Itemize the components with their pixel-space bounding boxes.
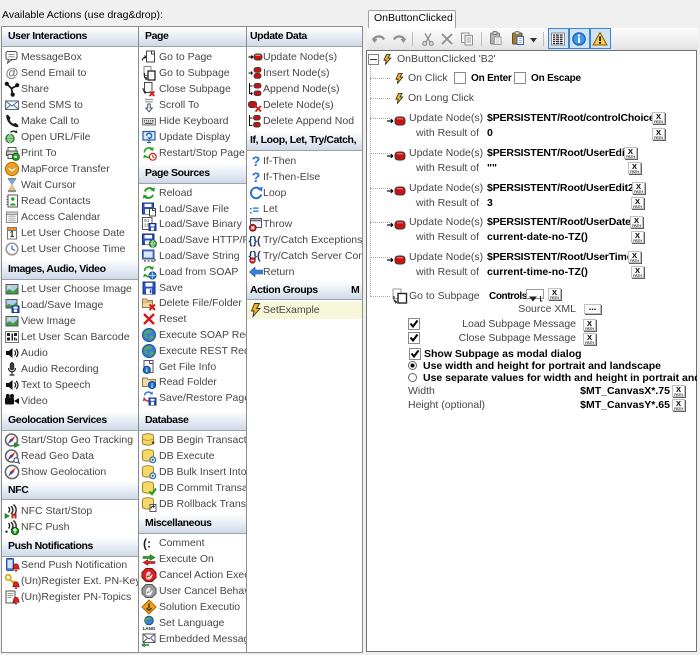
svg-text:?: ? [252,153,261,169]
svg-text:?: ? [252,169,261,185]
svg-text:*: * [151,440,155,448]
svg-text::=: := [249,205,259,217]
svg-text:{}(: {}( [249,235,262,247]
svg-text:i: i [151,382,153,389]
svg-text:@: @ [6,65,19,80]
svg-text:(:: (: [143,537,151,551]
svg-text:1: 1 [10,230,15,239]
